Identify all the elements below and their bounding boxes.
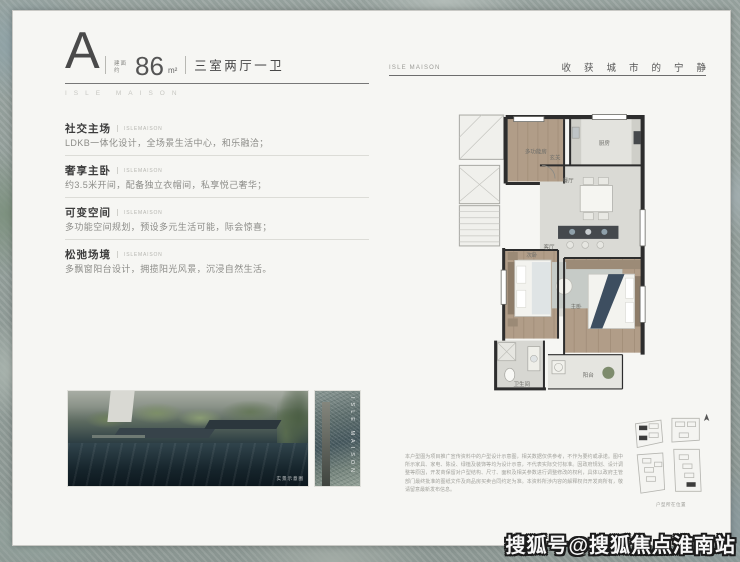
photo-caption: 实景示意图 bbox=[277, 476, 305, 482]
room-label: 客厅 bbox=[543, 243, 555, 251]
keyplan-drawing bbox=[627, 411, 715, 495]
feature-item: 松弛场境 ISLEMAISON 多飘窗阳台设计，拥揽阳光风景，沉浸自然生活。 bbox=[65, 249, 369, 274]
watermark: 搜狐号@搜狐焦点淮南站 bbox=[505, 529, 736, 558]
feature-tag: ISLEMAISON bbox=[124, 126, 163, 132]
area-unit: m² bbox=[168, 66, 177, 75]
header-rule-right bbox=[389, 75, 706, 76]
feature-desc: 多功能空间规划，预设多元生活可能，际会惊喜； bbox=[65, 222, 369, 232]
brand-letterspaced: ISLE MAISON bbox=[65, 90, 184, 97]
feature-title: 奢享主卧 bbox=[65, 163, 111, 178]
area-prefix-bottom: 约 bbox=[114, 68, 127, 75]
room-label: 多功能房 bbox=[525, 147, 548, 155]
floorplan: 玄关 厨房 餐厅 客厅 主卧 次卧 多功能房 卫生间 阳台 bbox=[451, 109, 653, 401]
brand-right: ISLE MAISON bbox=[389, 65, 441, 71]
feature-desc: 约3.5米开间，配备独立衣帽间，私享悦己奢华； bbox=[65, 180, 369, 190]
page: A 建面 约 86 m² 三室两厅一卫 ISLE MAISON ISLE MAI… bbox=[0, 0, 740, 562]
feature-item: 社交主场 ISLEMAISON LDKB一体化设计，全场景生活中心，和乐融洽； bbox=[65, 123, 369, 148]
feature-tag: ISLEMAISON bbox=[124, 210, 163, 216]
water-graphic bbox=[68, 443, 308, 486]
feature-divider bbox=[65, 239, 369, 240]
room-label: 阳台 bbox=[583, 371, 595, 379]
feature-title: 社交主场 bbox=[65, 121, 111, 136]
divider-bar bbox=[117, 125, 118, 132]
feature-divider bbox=[65, 155, 369, 156]
keyplan: 户型所在位置 bbox=[627, 411, 715, 508]
divider-bar bbox=[105, 56, 106, 74]
unit-letter: A bbox=[65, 25, 100, 77]
divider-bar bbox=[117, 167, 118, 174]
room-label: 卫生间 bbox=[514, 380, 531, 388]
wall-graphic bbox=[107, 391, 134, 422]
room-label: 餐厅 bbox=[563, 177, 575, 185]
vertical-brand-label: ISLE MAISON bbox=[349, 397, 355, 476]
room-label: 玄关 bbox=[550, 153, 562, 161]
layout-name: 三室两厅一卫 bbox=[194, 55, 284, 74]
divider-bar bbox=[117, 251, 118, 258]
room-label: 厨房 bbox=[599, 139, 611, 147]
step-graphic bbox=[92, 435, 145, 439]
feature-item: 奢享主卧 ISLEMAISON 约3.5米开间，配备独立衣帽间，私享悦己奢华； bbox=[65, 165, 369, 190]
feature-divider bbox=[65, 197, 369, 198]
north-arrow-icon bbox=[704, 414, 709, 421]
brochure-page: A 建面 约 86 m² 三室两厅一卫 ISLE MAISON ISLE MAI… bbox=[12, 10, 731, 546]
feature-desc: 多飘窗阳台设计，拥揽阳光风景，沉浸自然生活。 bbox=[65, 264, 369, 274]
keyplan-caption: 户型所在位置 bbox=[627, 502, 715, 508]
water-texture-photo: ISLE MAISON bbox=[314, 390, 361, 487]
header-rule-left bbox=[65, 83, 369, 84]
feature-desc: LDKB一体化设计，全场景生活中心，和乐融洽； bbox=[65, 138, 369, 148]
divider-bar bbox=[185, 56, 186, 74]
feature-tag: ISLEMAISON bbox=[124, 168, 163, 174]
area-value: 86 bbox=[135, 55, 164, 77]
area-prefix: 建面 约 bbox=[114, 61, 127, 74]
unit-spec-row: 建面 约 86 m² 三室两厅一卫 bbox=[105, 49, 284, 77]
disclaimer-text: 本户型图为项目推广宣传资料中的户型设计示意图，相关数据仅供参考，不作为要约或承诺… bbox=[405, 453, 623, 494]
room-label: 次卧 bbox=[526, 251, 538, 259]
divider-bar bbox=[117, 209, 118, 216]
feature-title: 可变空间 bbox=[65, 205, 111, 220]
wall-edge-graphic bbox=[322, 402, 330, 486]
feature-list: 社交主场 ISLEMAISON LDKB一体化设计，全场景生活中心，和乐融洽； … bbox=[65, 123, 369, 274]
room-label: 主卧 bbox=[571, 302, 583, 310]
feature-item: 可变空间 ISLEMAISON 多功能空间规划，预设多元生活可能，际会惊喜； bbox=[65, 207, 369, 232]
feature-tag: ISLEMAISON bbox=[124, 252, 163, 258]
building-core bbox=[459, 115, 503, 246]
garden-pool-photo: 实景示意图 bbox=[67, 390, 309, 487]
slogan: 收获城市的宁静 bbox=[561, 60, 719, 74]
feature-title: 松弛场境 bbox=[65, 247, 111, 262]
planter-graphic bbox=[205, 420, 282, 429]
floorplan-drawing: 玄关 厨房 餐厅 客厅 主卧 次卧 多功能房 卫生间 阳台 bbox=[451, 109, 653, 401]
